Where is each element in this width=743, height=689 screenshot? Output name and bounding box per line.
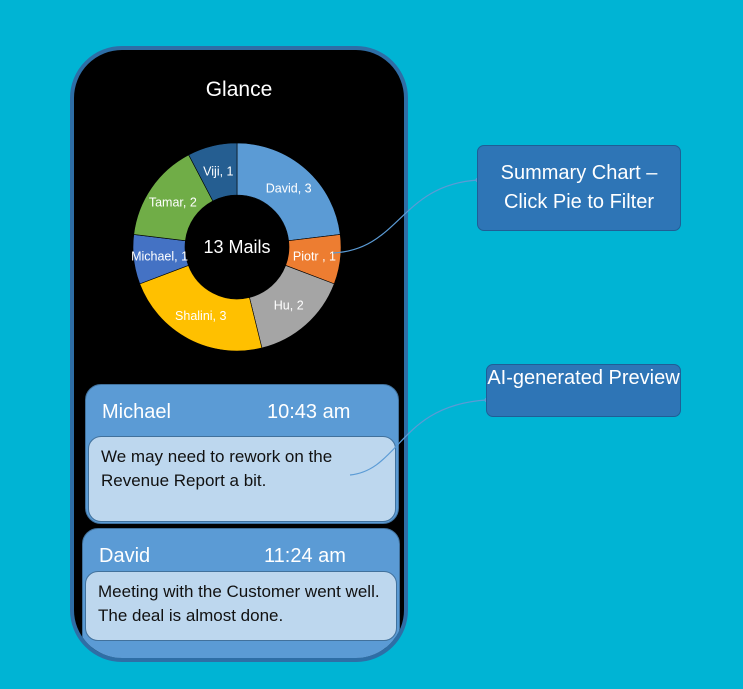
mail-preview: Meeting with the Customer went well. The… xyxy=(85,571,397,641)
donut-slice-label: Michael, 1 xyxy=(131,249,188,263)
donut-slice-label: Viji, 1 xyxy=(203,164,233,178)
mail-card-michael[interactable]: Michael 10:43 am We may need to rework o… xyxy=(85,384,399,524)
donut-slice-label: David, 3 xyxy=(266,182,312,196)
mail-summary-donut-chart[interactable]: David, 3 Piotr , 1 Hu, 2 Shalini, 3 Michael,… xyxy=(74,50,404,380)
mail-time: 10:43 am xyxy=(267,401,351,423)
donut-slice-label: Piotr , 1 xyxy=(293,249,336,263)
callout-summary-chart: Summary Chart – Click Pie to Filter xyxy=(477,145,681,231)
mail-time: 11:24 am xyxy=(264,545,346,567)
donut-slice-label: Shalini, 3 xyxy=(175,309,226,323)
mail-preview: We may need to rework on the Revenue Rep… xyxy=(88,436,396,522)
donut-slice-label: Tamar, 2 xyxy=(149,196,197,210)
callout-ai-preview: AI-generated Preview xyxy=(486,364,681,417)
mail-sender: David xyxy=(99,545,151,567)
mail-sender: Michael xyxy=(102,401,171,423)
phone-frame: Glance David, 3 Piotr , 1 Hu, 2 Shalini, 3M… xyxy=(70,46,408,662)
donut-center-label: 13 Mails xyxy=(203,237,270,257)
mail-card-david[interactable]: David 11:24 am Meeting with the Customer… xyxy=(82,528,400,658)
donut-slice-label: Hu, 2 xyxy=(274,298,304,312)
